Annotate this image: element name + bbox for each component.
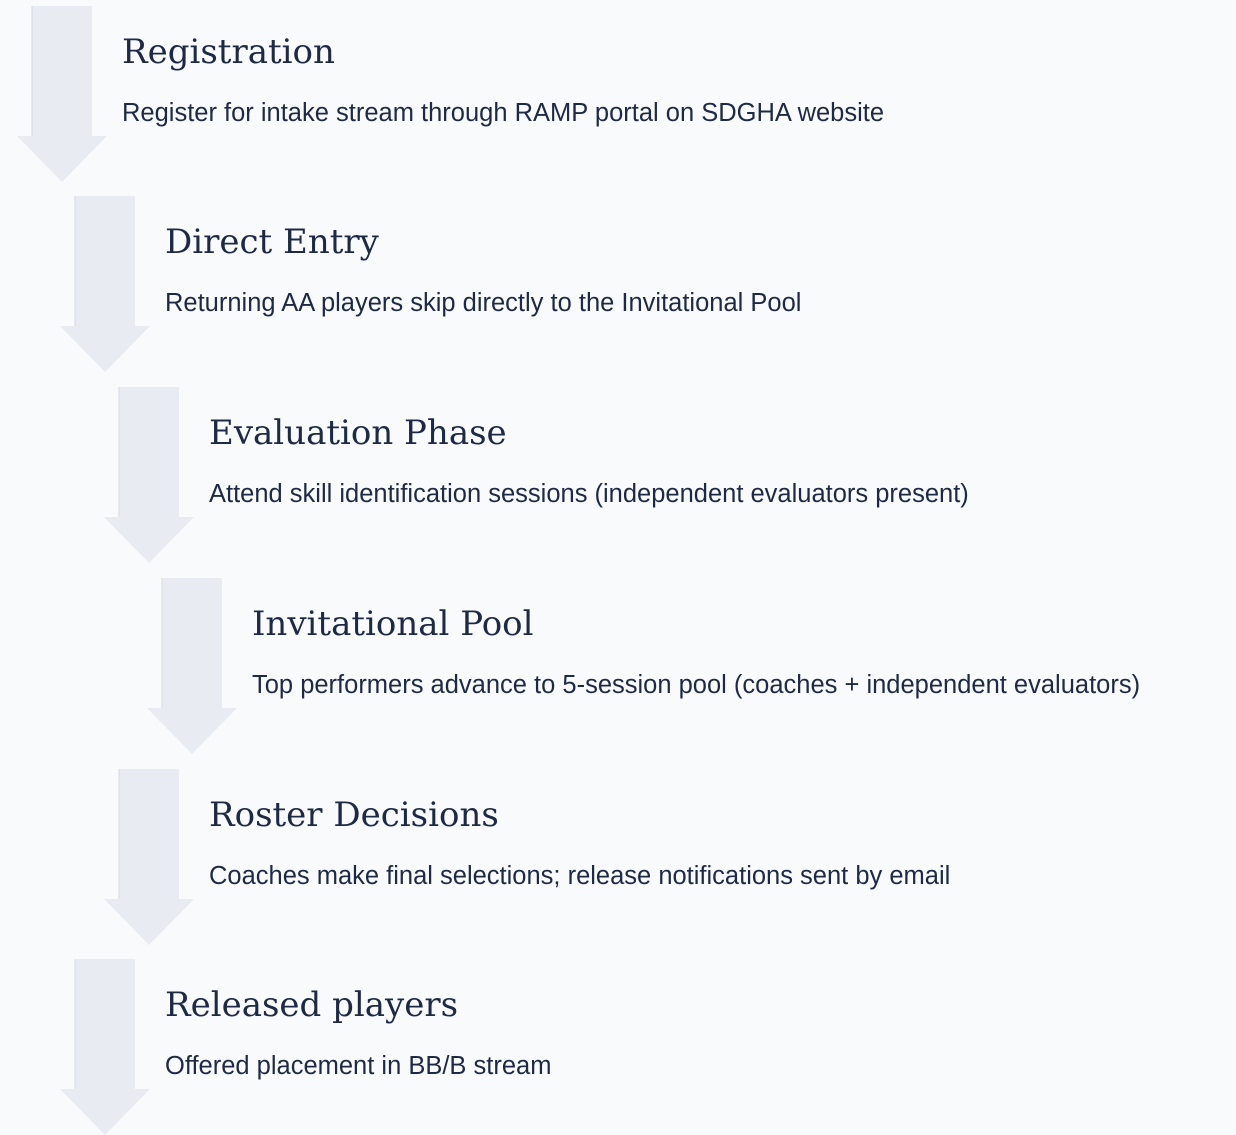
step-invitational-pool: Invitational Pool Top performers advance… — [0, 572, 1236, 754]
step-title: Registration — [122, 32, 335, 72]
step-title: Roster Decisions — [209, 795, 499, 835]
step-title: Released players — [165, 985, 459, 1025]
step-description: Attend skill identification sessions (in… — [209, 480, 969, 508]
step-direct-entry: Direct Entry Returning AA players skip d… — [0, 190, 1236, 372]
step-title: Evaluation Phase — [209, 413, 507, 453]
step-description: Offered placement in BB/B stream — [165, 1052, 552, 1080]
down-arrow-icon — [17, 6, 107, 182]
step-title: Direct Entry — [165, 222, 379, 262]
step-title: Invitational Pool — [252, 604, 534, 644]
step-description: Top performers advance to 5-session pool… — [252, 671, 1141, 699]
step-description: Register for intake stream through RAMP … — [122, 99, 885, 127]
step-description: Returning AA players skip directly to th… — [165, 289, 802, 317]
down-arrow-icon — [147, 578, 237, 754]
step-evaluation-phase: Evaluation Phase Attend skill identifica… — [0, 381, 1236, 563]
down-arrow-icon — [104, 387, 194, 563]
step-roster-decisions: Roster Decisions Coaches make final sele… — [0, 763, 1236, 945]
step-description: Coaches make final selections; release n… — [209, 862, 951, 890]
down-arrow-icon — [60, 196, 150, 372]
step-registration: Registration Register for intake stream … — [0, 0, 1236, 182]
down-arrow-icon — [60, 959, 150, 1135]
step-released-players: Released players Offered placement in BB… — [0, 953, 1236, 1135]
down-arrow-icon — [104, 769, 194, 945]
